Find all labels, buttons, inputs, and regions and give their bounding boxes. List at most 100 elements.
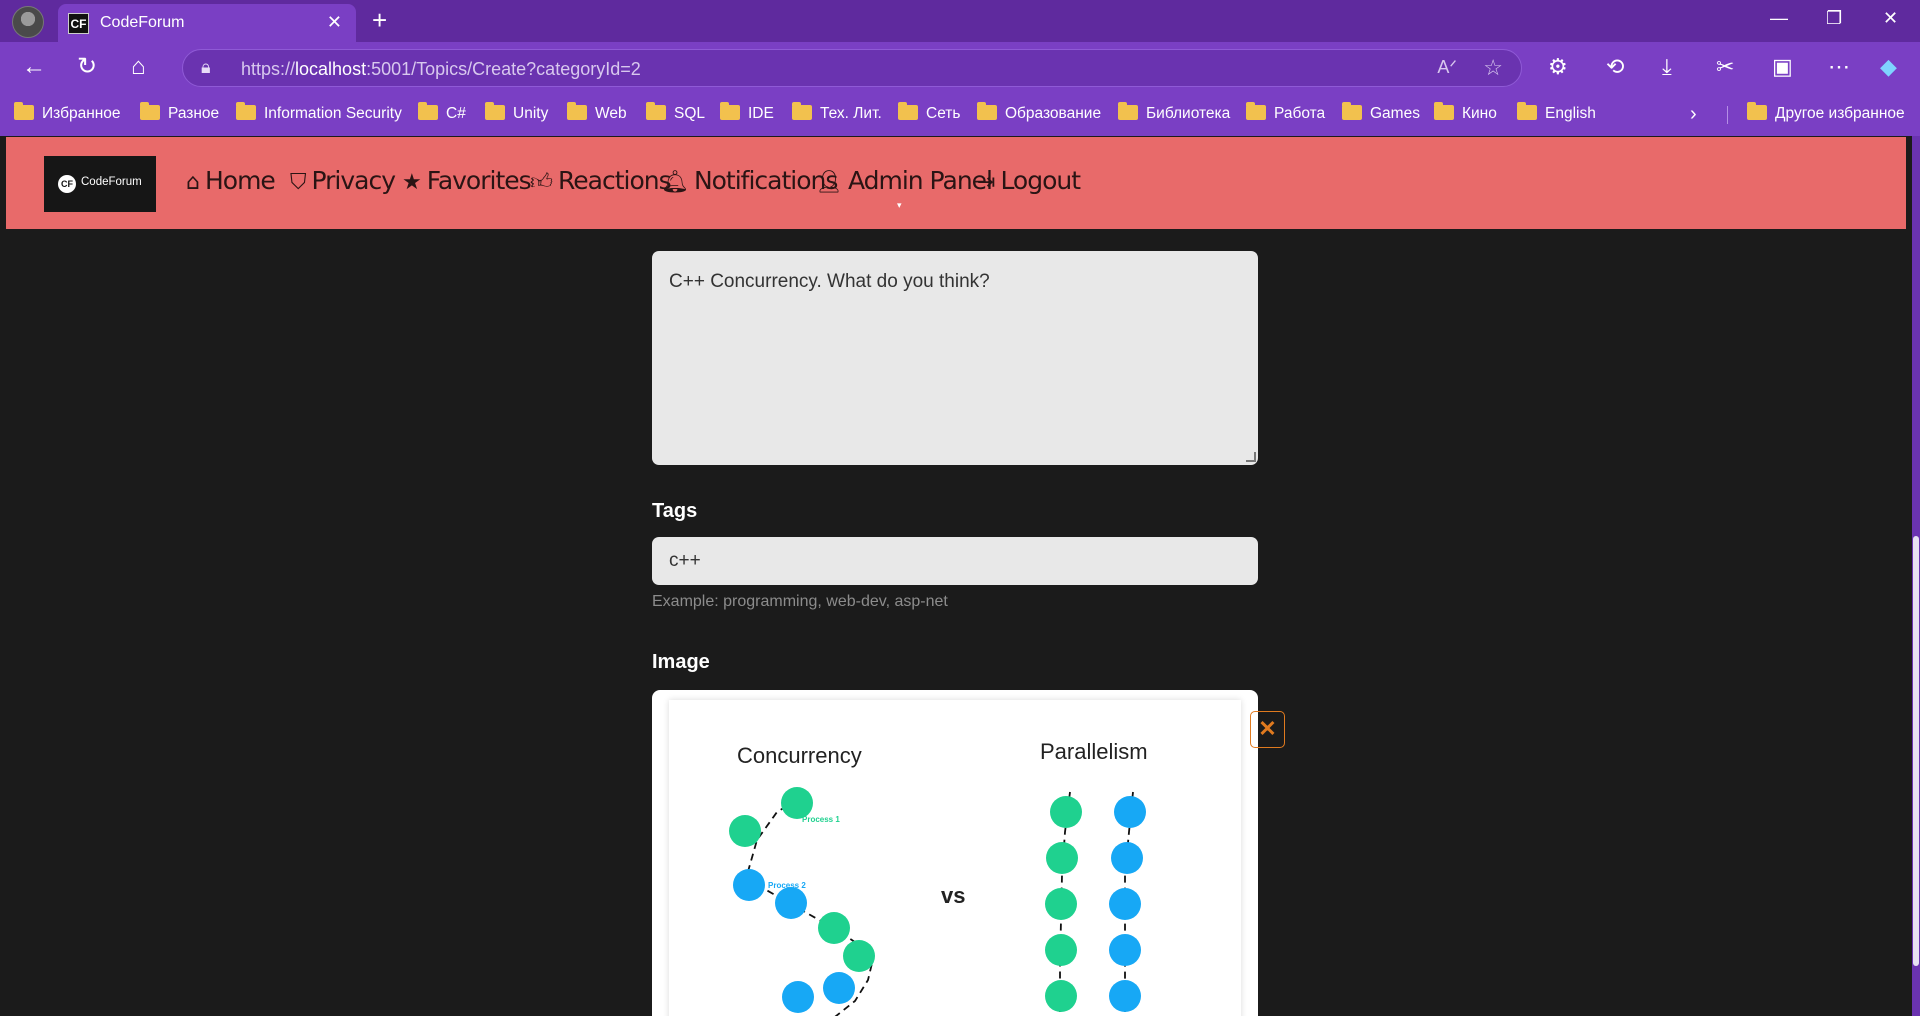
- close-tab-icon[interactable]: ✕: [327, 12, 342, 33]
- thumbs-up-icon: 👍︎: [530, 170, 553, 195]
- more-menu-icon[interactable]: ⋯: [1828, 54, 1850, 80]
- tags-label: Tags: [652, 500, 698, 522]
- process-2-node: [823, 972, 855, 1004]
- right-title: Parallelism: [1040, 739, 1148, 764]
- lock-icon[interactable]: 🔒︎: [201, 57, 211, 78]
- new-tab-button[interactable]: +: [372, 6, 387, 34]
- copilot-icon[interactable]: ◆: [1880, 54, 1897, 80]
- process-1-node: [1050, 796, 1082, 828]
- process-1-node: [1045, 934, 1077, 966]
- nav-notifications[interactable]: 🔔︎ Notifications: [661, 166, 838, 195]
- process-2-node: [1109, 934, 1141, 966]
- folder-icon: [1342, 102, 1362, 120]
- bookmark-folder[interactable]: Information Security: [236, 102, 402, 125]
- bookmark-folder[interactable]: Тех. Лит.: [792, 102, 882, 125]
- folder-icon: [792, 102, 812, 120]
- restore-icon[interactable]: ❐: [1826, 8, 1842, 29]
- star-icon: ★: [402, 170, 422, 195]
- bookmark-folder[interactable]: Образование: [977, 102, 1101, 125]
- browser-tab[interactable]: CF CodeForum ✕: [58, 4, 356, 42]
- folder-icon: [646, 102, 666, 120]
- process-1-node: [843, 940, 875, 972]
- tags-input[interactable]: c++: [652, 537, 1258, 585]
- bell-icon: 🔔︎: [661, 170, 689, 195]
- page-scrollbar[interactable]: [1912, 136, 1920, 1016]
- folder-icon: [140, 102, 160, 120]
- nav-logout[interactable]: ⇥ Logout: [977, 166, 1081, 195]
- nav-favorites[interactable]: ★ Favorites: [402, 166, 532, 195]
- process-2-node: [782, 981, 814, 1013]
- process-2-node: [1111, 842, 1143, 874]
- read-aloud-icon[interactable]: Aᐟ: [1437, 57, 1457, 78]
- home-icon: ⌂: [186, 170, 200, 195]
- profile-avatar[interactable]: [12, 6, 44, 38]
- downloads-icon[interactable]: ⤓: [1662, 54, 1672, 80]
- other-bookmarks-folder[interactable]: Другое избранное: [1747, 102, 1905, 125]
- bookmark-folder[interactable]: Games: [1342, 102, 1420, 125]
- history-icon[interactable]: ⟲: [1606, 54, 1624, 80]
- site-logo[interactable]: CF CodeForum: [44, 156, 156, 212]
- folder-icon: [485, 102, 505, 120]
- bookmark-folder[interactable]: Избранное: [14, 102, 121, 125]
- content-textarea[interactable]: C++ Concurrency. What do you think?: [652, 251, 1258, 465]
- home-icon[interactable]: ⌂: [131, 54, 146, 80]
- user-gear-icon: 👤︎: [815, 170, 843, 195]
- tab-title: CodeForum: [100, 14, 185, 31]
- process-1-node: [1045, 980, 1077, 1012]
- folder-icon: [418, 102, 438, 120]
- process-2-node: [1109, 980, 1141, 1012]
- bookmark-folder[interactable]: SQL: [646, 102, 705, 125]
- site-navbar: CF CodeForum ⌂ Home ⛉ Privacy ★ Favorites 👍…: [6, 137, 1906, 229]
- scrollbar-thumb[interactable]: [1913, 536, 1919, 966]
- logout-icon: ⇥: [977, 170, 995, 195]
- tab-favicon: CF: [68, 13, 89, 34]
- folder-icon: [567, 102, 587, 120]
- process-1-node: [1046, 842, 1078, 874]
- bookmark-folder[interactable]: English: [1517, 102, 1596, 125]
- bookmark-folder[interactable]: Кино: [1434, 102, 1497, 125]
- process-1-label: Process 1: [802, 815, 840, 824]
- resize-handle[interactable]: [1246, 452, 1256, 462]
- url-bar[interactable]: 🔒︎ https://localhost:5001/Topics/Create?…: [182, 49, 1522, 87]
- bookmark-folder[interactable]: C#: [418, 102, 466, 125]
- process-1-node: [1045, 888, 1077, 920]
- bookmark-folder[interactable]: Сеть: [898, 102, 960, 125]
- logo-name: CodeForum: [81, 176, 142, 188]
- nav-privacy[interactable]: ⛉ Privacy: [290, 166, 396, 195]
- bookmark-folder[interactable]: Разное: [140, 102, 219, 125]
- shield-icon: ⛉: [290, 170, 306, 195]
- url-text[interactable]: https://localhost:5001/Topics/Create?cat…: [241, 59, 641, 80]
- bookmark-folder[interactable]: Работа: [1246, 102, 1325, 125]
- chevron-down-icon[interactable]: ▾: [897, 200, 902, 211]
- image-label: Image: [652, 651, 710, 673]
- screenshot-icon[interactable]: ✂: [1716, 54, 1734, 80]
- bookmarks-divider: [1727, 106, 1728, 124]
- folder-icon: [236, 102, 256, 120]
- back-icon[interactable]: ←: [22, 54, 46, 80]
- bookmark-folder[interactable]: IDE: [720, 102, 774, 125]
- folder-icon: [1517, 102, 1537, 120]
- bookmark-folder[interactable]: Unity: [485, 102, 548, 125]
- extensions-icon[interactable]: ⚙: [1548, 54, 1568, 80]
- folder-icon: [1747, 102, 1767, 120]
- bookmark-folder[interactable]: Библиотека: [1118, 102, 1230, 125]
- image-preview-canvas: Concurrency Parallelism vs Process 1 Pro…: [669, 700, 1241, 1016]
- remove-image-button[interactable]: ✕: [1250, 711, 1285, 748]
- close-window-icon[interactable]: ✕: [1883, 8, 1898, 29]
- versus-label: vs: [941, 883, 965, 908]
- folder-icon: [1434, 102, 1454, 120]
- chevron-right-icon[interactable]: ›: [1690, 103, 1697, 126]
- process-2-node: [1109, 888, 1141, 920]
- folder-icon: [1118, 102, 1138, 120]
- minimize-icon[interactable]: —: [1770, 8, 1788, 29]
- browser-titlebar: CF CodeForum ✕ + — ❐ ✕: [0, 0, 1920, 42]
- nav-home[interactable]: ⌂ Home: [186, 166, 276, 195]
- refresh-icon[interactable]: ↻: [77, 54, 97, 80]
- collections-icon[interactable]: ▣: [1772, 54, 1793, 80]
- folder-icon: [977, 102, 997, 120]
- nav-reactions[interactable]: 👍︎ Reactions: [530, 166, 672, 195]
- process-2-node: [775, 887, 807, 919]
- favorite-star-icon[interactable]: ☆: [1483, 55, 1503, 81]
- nav-admin-panel[interactable]: 👤︎ Admin Panel: [815, 166, 993, 195]
- bookmark-folder[interactable]: Web: [567, 102, 627, 125]
